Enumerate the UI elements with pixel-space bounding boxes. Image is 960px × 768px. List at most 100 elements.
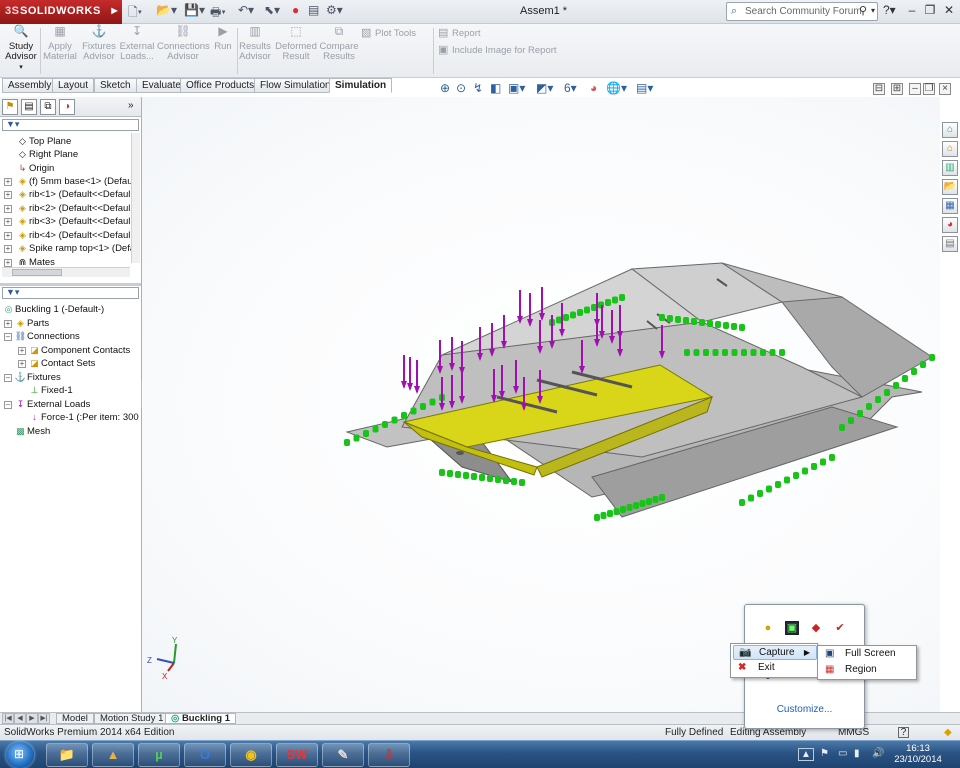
network-icon[interactable]: ▮ — [854, 748, 860, 759]
split-view-icon[interactable]: ⊟ — [873, 83, 885, 95]
expand-icon[interactable]: + — [4, 245, 12, 253]
zoom-to-fit-icon[interactable]: ⊕ — [440, 81, 450, 95]
view-settings-icon[interactable]: ▤▾ — [636, 81, 653, 95]
tree-filter[interactable]: ▼▾ — [2, 119, 139, 131]
tree-part-rib1[interactable]: ◈ rib<1> (Default<<Defaul — [16, 188, 131, 200]
fixtures-advisor-button[interactable]: ⚓ Fixtures Advisor — [80, 25, 118, 62]
minimize-button[interactable]: – — [904, 3, 920, 17]
sim-component-contacts[interactable]: ◪ Component Contacts — [28, 344, 138, 356]
tree-part-spike-ramp[interactable]: ◈ Spike ramp top<1> (Defa — [16, 242, 131, 254]
tab-office-products[interactable]: Office Products — [180, 78, 261, 93]
tab-flow-simulation[interactable]: Flow Simulation — [254, 78, 337, 93]
show-hidden-icons-button[interactable]: ▲ — [798, 748, 814, 761]
search-icon[interactable]: ⚲ — [859, 4, 867, 17]
sim-parts[interactable]: ◈ Parts — [14, 317, 134, 329]
tool-taskbar-icon[interactable]: ✎ — [322, 743, 364, 767]
feature-manager-tab-icon[interactable]: ⚑ — [2, 99, 18, 115]
new-document-icon[interactable]: 🗋▾ — [128, 3, 142, 21]
design-library-icon[interactable]: ▥ — [942, 160, 958, 176]
custom-properties-icon[interactable]: ▤ — [942, 236, 958, 252]
expand-icon[interactable]: + — [4, 232, 12, 240]
expand-tabs-icon[interactable]: » — [128, 100, 134, 111]
solidworks-logo[interactable]: 3S SOLIDWORKS ▶ — [0, 0, 122, 24]
tree-top-plane[interactable]: ◇ Top Plane — [16, 135, 131, 147]
results-advisor-button[interactable]: ▥ Results Advisor — [238, 25, 272, 62]
tray-shield-icon[interactable]: ✔ — [833, 621, 847, 635]
panel-splitter[interactable] — [0, 283, 141, 286]
view-palette-icon[interactable]: ▦ — [942, 198, 958, 214]
configuration-manager-tab-icon[interactable]: ⧉ — [40, 99, 56, 115]
tray-monitor-icon[interactable]: ▣ — [785, 621, 799, 635]
file-explorer-icon[interactable]: 📂 — [942, 179, 958, 195]
external-loads-button[interactable]: ↧ External Loads... — [118, 25, 156, 62]
tray-box-icon[interactable]: ◆ — [809, 621, 823, 635]
expand-icon[interactable]: + — [4, 178, 12, 186]
tab-model[interactable]: Model — [56, 713, 94, 724]
rebuild-icon[interactable]: ● — [292, 3, 299, 21]
last-tab-icon[interactable]: ▶| — [38, 713, 50, 724]
display-manager-tab-icon[interactable]: ◑ — [59, 99, 75, 115]
zoom-to-area-icon[interactable]: ⊙ — [456, 81, 466, 95]
viewport-restore-button[interactable]: ❐ — [923, 83, 935, 95]
first-tab-icon[interactable]: |◀ — [2, 713, 14, 724]
chrome-taskbar-icon[interactable]: ◉ — [230, 743, 272, 767]
flag-icon[interactable]: ⚑ — [820, 748, 829, 759]
plot-tools-button[interactable]: ▧ Plot Tools — [361, 26, 416, 39]
run-button[interactable]: ▶ Run — [210, 25, 236, 52]
solidworks-resources-icon[interactable]: ⌂ — [942, 122, 958, 138]
viewport-close-button[interactable]: × — [939, 83, 951, 95]
system-clock[interactable]: 16:13 23/10/2014 — [884, 743, 952, 765]
download-taskbar-icon[interactable]: ⇩ — [368, 743, 410, 767]
tree-scrollbar-vertical[interactable] — [131, 133, 140, 263]
sim-tree-filter[interactable]: ▼▾ — [2, 287, 139, 299]
section-view-icon[interactable]: ◧ — [490, 81, 501, 95]
file-properties-icon[interactable]: ▤ — [308, 3, 319, 21]
select-icon[interactable]: ⬉▾ — [264, 3, 280, 21]
appearances-icon[interactable]: ◕ — [942, 217, 958, 233]
property-manager-tab-icon[interactable]: ▤ — [21, 99, 37, 115]
tray-app-icon[interactable]: ● — [761, 621, 775, 635]
collapse-icon[interactable]: – — [4, 401, 12, 409]
undo-icon[interactable]: ↶▾ — [238, 3, 254, 21]
display-style-icon[interactable]: 6▾ — [564, 81, 577, 95]
scene-icon[interactable]: 🌐▾ — [606, 81, 627, 95]
expand-icon[interactable]: + — [18, 360, 26, 368]
save-icon[interactable]: 💾▾ — [184, 3, 205, 21]
study-advisor-button[interactable]: 🔍 Study Advisor ▾ — [3, 25, 39, 73]
restore-button[interactable]: ❐ — [922, 3, 938, 17]
expand-icon[interactable]: + — [18, 347, 26, 355]
connections-advisor-button[interactable]: ⛓ Connections Advisor — [157, 25, 210, 62]
appearance-icon[interactable]: ◕ — [590, 81, 597, 95]
tree-part-rib2[interactable]: ◈ rib<2> (Default<<Defaul — [16, 202, 131, 214]
open-document-icon[interactable]: 📂▾ — [156, 3, 177, 21]
chevron-down-icon[interactable]: ▾ — [871, 6, 875, 15]
exit-menu-item[interactable]: ✖ Exit — [733, 661, 817, 676]
sim-external-loads[interactable]: ↧ External Loads — [14, 398, 134, 410]
expand-icon[interactable]: + — [4, 191, 12, 199]
search-input[interactable]: ⌕ Search Community Forum ⚲ ▾ — [726, 2, 878, 21]
tab-motion-study-1[interactable]: Motion Study 1 — [94, 713, 170, 724]
tile-view-icon[interactable]: ⊞ — [891, 83, 903, 95]
view-orientation-icon[interactable]: ◩▾ — [536, 81, 553, 95]
expand-icon[interactable]: + — [4, 320, 12, 328]
prev-tab-icon[interactable]: ◀ — [14, 713, 26, 724]
monitor-icon[interactable]: ▭ — [838, 748, 847, 759]
outlook-taskbar-icon[interactable]: O — [184, 743, 226, 767]
tab-assembly[interactable]: Assembly — [2, 78, 58, 93]
help-icon[interactable]: ?▾ — [883, 3, 896, 17]
start-button[interactable]: ⊞ — [6, 742, 34, 768]
tree-part-rib3[interactable]: ◈ rib<3> (Default<<Defaul — [16, 215, 131, 227]
print-icon[interactable]: 🖶▾ — [210, 3, 226, 21]
volume-icon[interactable]: 🔊 — [872, 748, 884, 759]
options-icon[interactable]: ⚙▾ — [326, 3, 343, 21]
sim-contact-sets[interactable]: ◪ Contact Sets — [28, 357, 138, 369]
report-button[interactable]: ▤ Report — [438, 26, 481, 39]
expand-icon[interactable]: + — [4, 205, 12, 213]
expand-icon[interactable]: + — [4, 218, 12, 226]
close-button[interactable]: ✕ — [941, 3, 957, 17]
region-menu-item[interactable]: ▦ Region — [820, 663, 916, 678]
full-screen-menu-item[interactable]: ▣ Full Screen — [820, 647, 916, 662]
tab-simulation[interactable]: Simulation — [329, 78, 393, 93]
tree-right-plane[interactable]: ◇ Right Plane — [16, 148, 131, 160]
notification-icon[interactable]: ◆ — [944, 727, 952, 738]
